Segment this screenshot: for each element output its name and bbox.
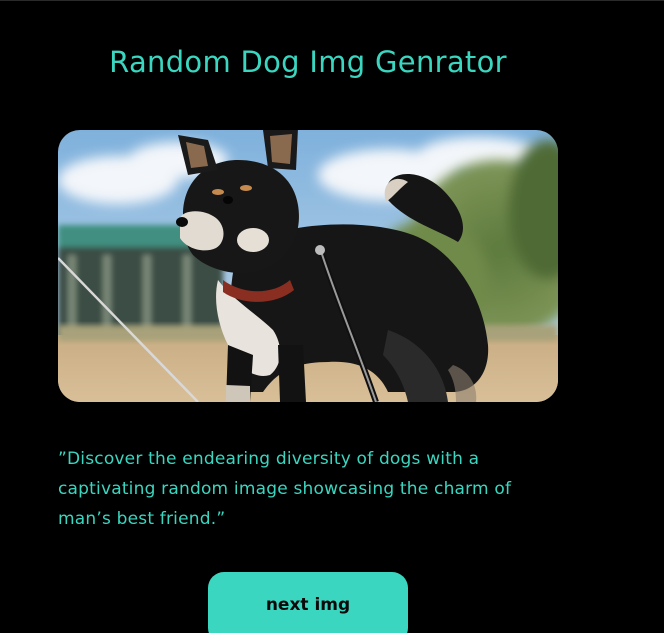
next-image-button[interactable]: next img bbox=[208, 572, 408, 633]
page-title: Random Dog Img Genrator bbox=[109, 45, 507, 79]
app-page: Random Dog Img Genrator ”Discover the en… bbox=[0, 0, 664, 633]
dog-image bbox=[58, 130, 558, 402]
dog-description: ”Discover the endearing diversity of dog… bbox=[58, 449, 512, 529]
